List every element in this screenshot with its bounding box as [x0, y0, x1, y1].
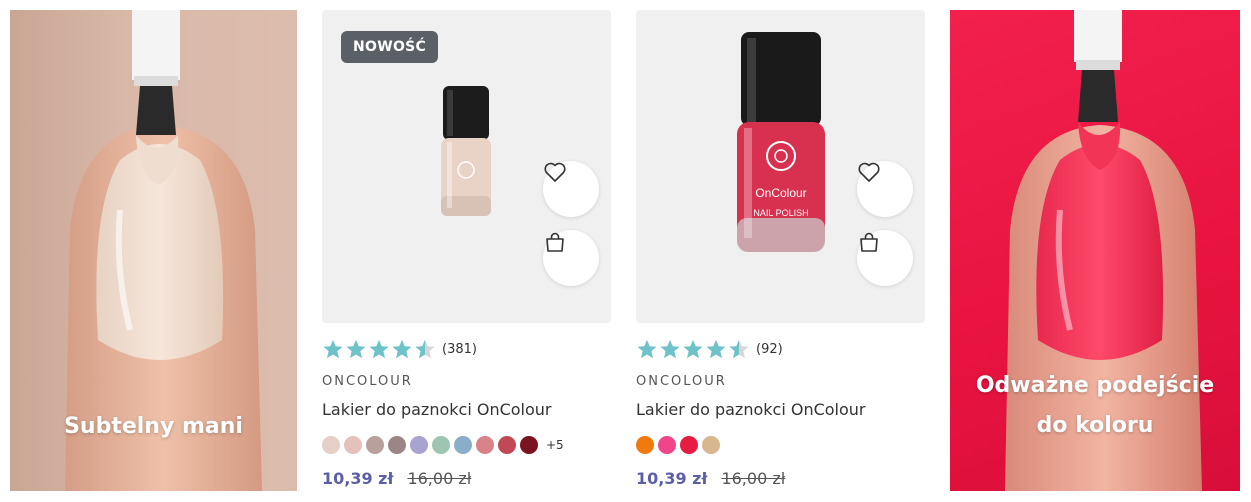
color-swatch[interactable]: [520, 436, 538, 454]
color-swatches: [636, 436, 720, 454]
color-swatch[interactable]: [636, 436, 654, 454]
color-swatch[interactable]: [410, 436, 428, 454]
add-to-cart-button[interactable]: [543, 230, 599, 286]
price-block: 10,39 zł 16,00 zł: [322, 469, 471, 488]
wishlist-button[interactable]: [857, 161, 913, 217]
star-half-icon: [729, 339, 749, 359]
promo-tile-bold[interactable]: Odważne podejście do koloru: [950, 10, 1240, 491]
color-swatch[interactable]: [344, 436, 362, 454]
color-swatch[interactable]: [680, 436, 698, 454]
rating-stars: [322, 339, 436, 359]
promo-caption-line: do koloru: [1036, 413, 1154, 438]
rating[interactable]: (92): [636, 339, 783, 359]
current-price: 10,39 zł: [322, 469, 394, 488]
old-price: 16,00 zł: [721, 469, 786, 488]
color-swatch[interactable]: [454, 436, 472, 454]
color-swatch[interactable]: [658, 436, 676, 454]
product-name[interactable]: Lakier do paznokci OnColour: [636, 400, 866, 419]
color-swatch[interactable]: [366, 436, 384, 454]
color-swatch[interactable]: [498, 436, 516, 454]
rating-count: (92): [756, 341, 783, 357]
promo-tile-subtle[interactable]: Subtelny mani: [10, 10, 297, 491]
star-icon: [637, 339, 657, 359]
star-icon: [346, 339, 366, 359]
promo-caption: Subtelny mani: [64, 414, 243, 439]
rating-stars: [636, 339, 750, 359]
product-brand: ONCOLOUR: [322, 374, 413, 389]
product-image-area[interactable]: NOWOŚĆ: [322, 10, 611, 323]
current-price: 10,39 zł: [636, 469, 708, 488]
star-icon: [392, 339, 412, 359]
bottle-brand-text: OnColour: [755, 186, 806, 200]
wishlist-button[interactable]: [543, 161, 599, 217]
new-badge: NOWOŚĆ: [341, 31, 439, 63]
color-swatch[interactable]: [388, 436, 406, 454]
shopping-bag-icon: [860, 232, 878, 252]
color-swatch[interactable]: [432, 436, 450, 454]
star-icon: [706, 339, 726, 359]
color-swatch[interactable]: [702, 436, 720, 454]
bottle-sub-text: NAIL POLISH: [753, 208, 808, 218]
rating[interactable]: (381): [322, 339, 477, 359]
product-brand: ONCOLOUR: [636, 374, 727, 389]
star-icon: [660, 339, 680, 359]
product-card[interactable]: OnColour NAIL POLISH (92) ONCOLOUR Lakie…: [636, 10, 925, 488]
more-colors-count[interactable]: +5: [546, 438, 564, 452]
color-swatch[interactable]: [322, 436, 340, 454]
add-to-cart-button[interactable]: [857, 230, 913, 286]
old-price: 16,00 zł: [407, 469, 472, 488]
price-block: 10,39 zł 16,00 zł: [636, 469, 785, 488]
shopping-bag-icon: [546, 232, 564, 252]
color-swatch[interactable]: [476, 436, 494, 454]
heart-icon: [544, 162, 566, 182]
product-name[interactable]: Lakier do paznokci OnColour: [322, 400, 552, 419]
heart-icon: [858, 162, 880, 182]
promo-caption-line: Odważne podejście: [975, 373, 1215, 398]
product-card[interactable]: NOWOŚĆ (381) ONCOLOUR Lakier do paznokci…: [322, 10, 611, 488]
star-half-icon: [415, 339, 435, 359]
star-icon: [369, 339, 389, 359]
rating-count: (381): [442, 341, 477, 357]
star-icon: [323, 339, 343, 359]
promo-caption: Odważne podejście do koloru: [950, 366, 1240, 446]
star-icon: [683, 339, 703, 359]
product-image-area[interactable]: OnColour NAIL POLISH: [636, 10, 925, 323]
color-swatches: +5: [322, 436, 564, 454]
